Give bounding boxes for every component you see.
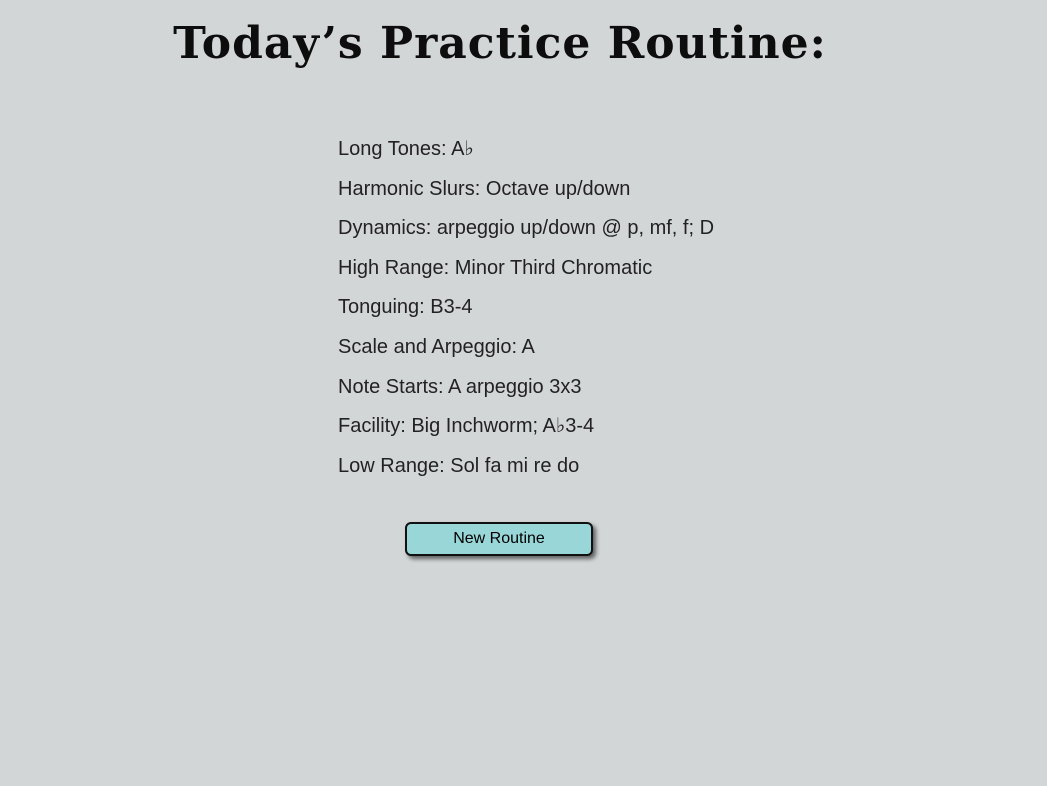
routine-item-dynamics: Dynamics: arpeggio up/down @ p, mf, f; D	[338, 217, 715, 240]
page-title: Today’s Practice Routine:	[173, 18, 827, 69]
routine-item-high-range: High Range: Minor Third Chromatic	[338, 256, 653, 279]
routine-list: Long Tones: A♭ Harmonic Slurs: Octave up…	[338, 136, 714, 492]
routine-item-tonguing: Tonguing: B3-4	[338, 296, 473, 319]
routine-item-long-tones: Long Tones: A♭	[338, 138, 474, 160]
routine-item-harmonic-slurs: Harmonic Slurs: Octave up/down	[338, 177, 631, 200]
routine-item-note-starts: Note Starts: A arpeggio 3x3	[338, 375, 582, 398]
new-routine-button[interactable]: New Routine	[405, 522, 593, 556]
routine-item-low-range: Low Range: Sol fa mi re do	[338, 454, 580, 477]
routine-item-scale-and-arpeggio: Scale and Arpeggio: A	[338, 335, 535, 358]
routine-item-facility: Facility: Big Inchworm; A♭3-4	[338, 415, 595, 438]
